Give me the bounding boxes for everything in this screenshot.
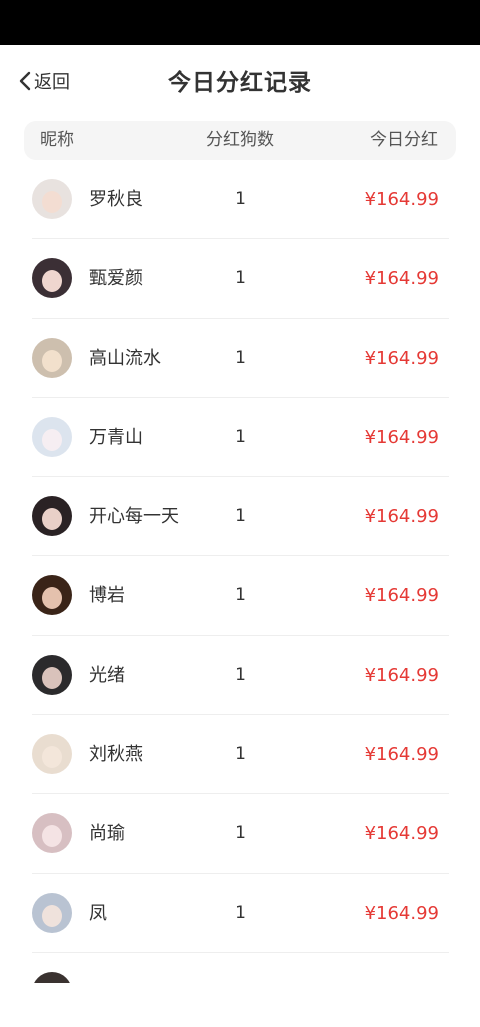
list-item[interactable]: 光绪 1 ¥164.99 — [32, 636, 449, 716]
list-item[interactable]: 凤 1 ¥164.99 — [32, 874, 449, 953]
dog-count — [32, 953, 449, 983]
nav-bar: 返回 今日分红记录 — [0, 45, 480, 117]
list-item[interactable]: 甄爱颜 1 ¥164.99 — [32, 239, 449, 319]
dividend-amount: ¥164.99 — [364, 664, 439, 686]
list-item[interactable]: 万青山 1 ¥164.99 — [32, 398, 449, 478]
list-item[interactable]: 罗秋良 1 ¥164.99 — [32, 160, 449, 240]
dividend-amount: ¥164.99 — [364, 585, 439, 607]
dividend-amount: ¥164.99 — [364, 823, 439, 845]
column-header-amount: 今日分红 — [370, 130, 438, 150]
dividend-list[interactable]: 罗秋良 1 ¥164.99 甄爱颜 1 ¥164.99 高山流水 1 ¥164.99 万青山 1 ¥1… — [0, 160, 480, 983]
dividend-amount: ¥164.99 — [364, 744, 439, 766]
dividend-amount: ¥164.99 — [364, 506, 439, 528]
bottom-safe-area — [0, 983, 480, 1027]
list-item[interactable] — [32, 953, 449, 983]
status-bar — [0, 0, 480, 45]
dividend-amount: ¥164.99 — [364, 902, 439, 924]
table-header: 昵称 分红狗数 今日分红 — [24, 121, 456, 160]
dividend-amount: ¥164.99 — [364, 268, 439, 290]
dividend-amount: ¥164.99 — [364, 347, 439, 369]
page-title: 今日分红记录 — [168, 70, 312, 96]
list-item[interactable]: 刘秋燕 1 ¥164.99 — [32, 715, 449, 795]
list-item[interactable]: 尚瑜 1 ¥164.99 — [32, 794, 449, 874]
list-item[interactable]: 开心每一天 1 ¥164.99 — [32, 477, 449, 557]
dividend-amount: ¥164.99 — [364, 426, 439, 448]
dividend-amount: ¥164.99 — [364, 189, 439, 210]
list-item[interactable]: 博岩 1 ¥164.99 — [32, 556, 449, 636]
list-item[interactable]: 高山流水 1 ¥164.99 — [32, 319, 449, 398]
